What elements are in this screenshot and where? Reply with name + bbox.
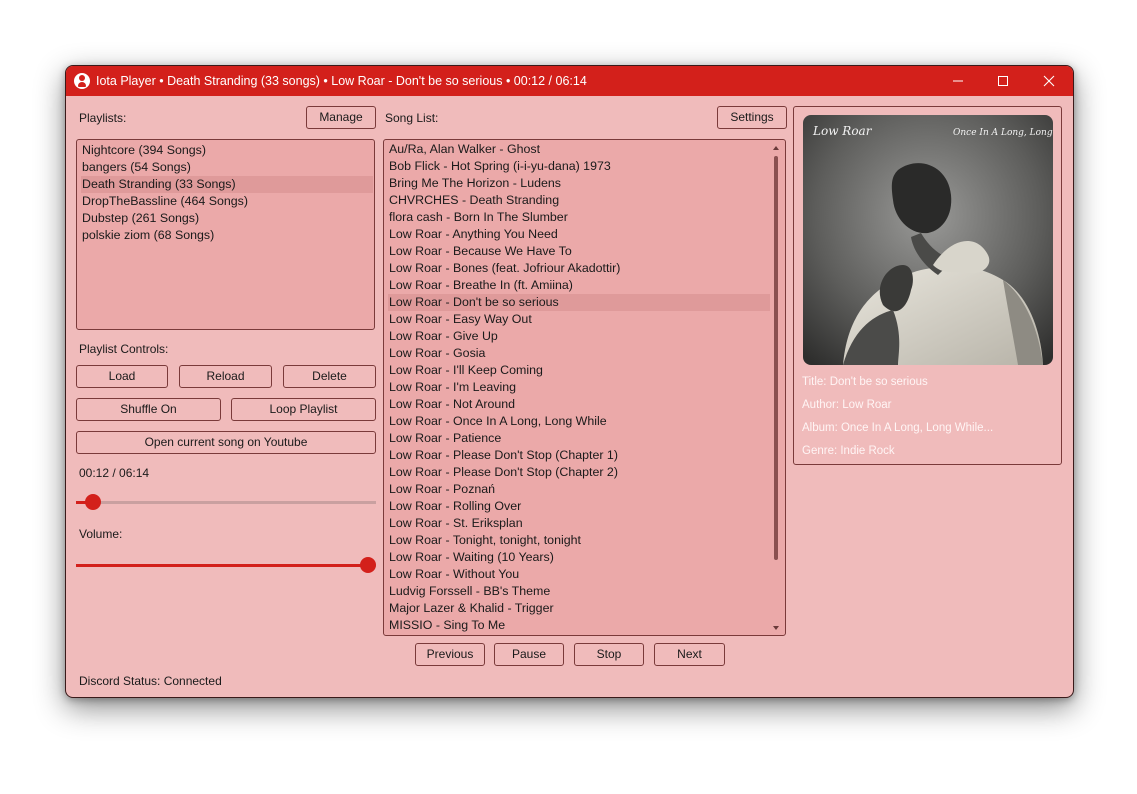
song-item[interactable]: Major Lazer & Khalid - Trigger: [388, 600, 770, 617]
song-item[interactable]: Bring Me The Horizon - Ludens: [388, 175, 770, 192]
volume-label: Volume:: [79, 527, 123, 541]
album-cover: Low Roar Once In A Long, Long While: [803, 115, 1053, 365]
cover-text-right: Once In A Long, Long While: [953, 128, 1053, 138]
song-item[interactable]: MISSIO - Sing To Me: [388, 617, 770, 634]
song-genre: Genre: Indie Rock: [802, 445, 895, 457]
song-list-scrollbar[interactable]: [771, 142, 781, 632]
album-art-image: Low Roar Once In A Long, Long While: [803, 115, 1053, 365]
scroll-up-arrow-icon[interactable]: [773, 146, 779, 150]
song-item[interactable]: Low Roar - Patience: [388, 430, 770, 447]
song-item[interactable]: CHVRCHES - Death Stranding: [388, 192, 770, 209]
song-item[interactable]: Low Roar - Gosia: [388, 345, 770, 362]
song-item[interactable]: Low Roar - Breathe In (ft. Amiina): [388, 277, 770, 294]
volume-slider[interactable]: [76, 556, 376, 576]
window-title: Iota Player • Death Stranding (33 songs)…: [96, 74, 587, 88]
song-item[interactable]: Low Roar - Give Up: [388, 328, 770, 345]
cover-text-left: Low Roar: [812, 124, 873, 138]
pause-button[interactable]: Pause: [494, 643, 564, 666]
song-item[interactable]: Low Roar - St. Eriksplan: [388, 515, 770, 532]
title-bar[interactable]: Iota Player • Death Stranding (33 songs)…: [66, 66, 1073, 96]
previous-button[interactable]: Previous: [415, 643, 485, 666]
song-item[interactable]: Bob Flick - Hot Spring (i-i-yu-dana) 197…: [388, 158, 770, 175]
close-icon: [1043, 75, 1055, 87]
progress-slider[interactable]: [76, 493, 376, 513]
song-item[interactable]: Low Roar - Because We Have To: [388, 243, 770, 260]
maximize-icon: [998, 76, 1008, 86]
song-item[interactable]: Low Roar - Don't be so serious: [388, 294, 770, 311]
shuffle-button[interactable]: Shuffle On: [76, 398, 221, 421]
settings-button[interactable]: Settings: [717, 106, 787, 129]
playlist-item[interactable]: Nightcore (394 Songs): [81, 142, 373, 159]
song-item[interactable]: Low Roar - Rolling Over: [388, 498, 770, 515]
next-button[interactable]: Next: [654, 643, 725, 666]
now-playing-panel: Low Roar Once In A Long, Long While Titl…: [793, 106, 1062, 465]
playlist-controls-label: Playlist Controls:: [79, 342, 169, 356]
progress-thumb[interactable]: [85, 494, 102, 510]
song-title: Title: Don't be so serious: [802, 376, 928, 388]
song-item[interactable]: Low Roar - I'm Leaving: [388, 379, 770, 396]
song-item[interactable]: Low Roar - Please Don't Stop (Chapter 1): [388, 447, 770, 464]
song-item[interactable]: Low Roar - Bones (feat. Jofriour Akadott…: [388, 260, 770, 277]
open-youtube-button[interactable]: Open current song on Youtube: [76, 431, 376, 454]
scrollbar-thumb[interactable]: [774, 156, 778, 560]
song-item[interactable]: Low Roar - Easy Way Out: [388, 311, 770, 328]
song-item[interactable]: Low Roar - I'll Keep Coming: [388, 362, 770, 379]
song-item[interactable]: flora cash - Born In The Slumber: [388, 209, 770, 226]
load-button[interactable]: Load: [76, 365, 168, 388]
playlist-item[interactable]: Dubstep (261 Songs): [81, 210, 373, 227]
loop-playlist-button[interactable]: Loop Playlist: [231, 398, 376, 421]
song-item[interactable]: Low Roar - Without You: [388, 566, 770, 583]
discord-status: Discord Status: Connected: [79, 674, 222, 688]
playlist-list[interactable]: Nightcore (394 Songs) bangers (54 Songs) D…: [76, 139, 375, 330]
playlist-item[interactable]: DropTheBassline (464 Songs): [81, 193, 373, 210]
song-item[interactable]: Low Roar - Tonight, tonight, tonight: [388, 532, 770, 549]
song-item[interactable]: Low Roar - Poznań: [388, 481, 770, 498]
song-item[interactable]: Ludvig Forssell - BB's Theme: [388, 583, 770, 600]
manage-button[interactable]: Manage: [306, 106, 376, 129]
close-button[interactable]: [1026, 66, 1072, 96]
scroll-down-arrow-icon[interactable]: [773, 626, 779, 630]
player-window: Iota Player • Death Stranding (33 songs)…: [65, 65, 1074, 698]
minimize-icon: [953, 80, 963, 82]
song-item[interactable]: Low Roar - Waiting (10 Years): [388, 549, 770, 566]
playlist-item[interactable]: polskie ziom (68 Songs): [81, 227, 373, 244]
stop-button[interactable]: Stop: [574, 643, 644, 666]
minimize-button[interactable]: [935, 66, 981, 96]
time-readout: 00:12 / 06:14: [79, 466, 150, 480]
song-item[interactable]: Low Roar - Anything You Need: [388, 226, 770, 243]
volume-thumb[interactable]: [360, 557, 376, 573]
playlists-label: Playlists:: [79, 111, 127, 125]
progress-track: [76, 501, 376, 504]
playlist-item[interactable]: Death Stranding (33 Songs): [81, 176, 373, 193]
song-author: Author: Low Roar: [802, 399, 892, 411]
playlist-item[interactable]: bangers (54 Songs): [81, 159, 373, 176]
song-item[interactable]: Low Roar - Please Don't Stop (Chapter 2): [388, 464, 770, 481]
maximize-button[interactable]: [980, 66, 1026, 96]
person-icon: [74, 73, 90, 89]
delete-button[interactable]: Delete: [283, 365, 376, 388]
song-list[interactable]: MISSIO - Sing To Me Major Lazer & Khalid …: [383, 139, 786, 636]
song-album: Album: Once In A Long, Long While...: [802, 422, 994, 434]
song-item[interactable]: Au/Ra, Alan Walker - Ghost: [388, 141, 770, 158]
song-item[interactable]: Low Roar - Once In A Long, Long While: [388, 413, 770, 430]
reload-button[interactable]: Reload: [179, 365, 272, 388]
song-list-label: Song List:: [385, 111, 439, 125]
song-item[interactable]: Low Roar - Not Around: [388, 396, 770, 413]
volume-fill: [76, 564, 368, 567]
